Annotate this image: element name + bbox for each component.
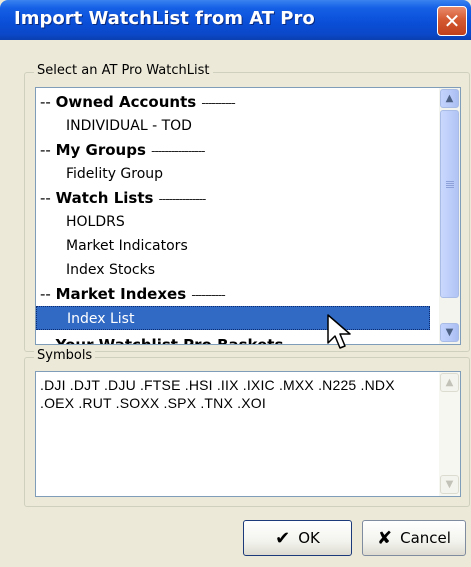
watchlist-scrollbar[interactable]: ▲ ▼ (439, 88, 460, 344)
header-label: Your Watchlist Pro Baskets (55, 336, 284, 345)
list-item-label: INDIVIDUAL - TOD (66, 118, 192, 134)
chevron-up-icon: ▲ (445, 93, 454, 104)
title-bar: Import WatchList from AT Pro ✕ (0, 0, 471, 40)
list-item-label: Index Stocks (66, 262, 156, 278)
cancel-button-label: Cancel (400, 529, 451, 547)
header-label: Watch Lists (55, 189, 154, 207)
list-item-label: Fidelity Group (66, 166, 164, 182)
list-item[interactable]: Index Stocks (36, 258, 430, 282)
chevron-up-icon: ▲ (445, 377, 454, 388)
checkmark-icon: ✔ (275, 527, 291, 549)
watchlist-group-label: Select an AT Pro WatchList (34, 63, 213, 78)
x-mark-icon: ✘ (377, 527, 393, 549)
scroll-thumb[interactable] (440, 110, 459, 298)
symbols-textbox[interactable]: .DJI .DJT .DJU .FTSE .HSI .IIX .IXIC .MX… (35, 371, 461, 497)
list-item-selected[interactable]: Index List (36, 306, 430, 330)
header-dash: -- (40, 141, 56, 159)
list-section-header: -- Your Watchlist Pro Baskets (36, 330, 430, 345)
symbols-scroll-down-button[interactable]: ▼ (440, 475, 459, 494)
mouse-pointer-icon (327, 314, 351, 349)
symbols-scrollbar[interactable]: ▲ ▼ (439, 372, 460, 496)
header-trail: ---------- (201, 96, 235, 110)
window-title: Import WatchList from AT Pro (14, 8, 315, 29)
list-item-label: Index List (67, 311, 135, 327)
list-item[interactable]: Market Indicators (36, 234, 430, 258)
list-item[interactable]: HOLDRS (36, 210, 430, 234)
ok-button[interactable]: ✔ OK (243, 520, 352, 556)
list-section-header: -- Owned Accounts ---------- (36, 90, 430, 114)
scroll-down-button[interactable]: ▼ (440, 323, 459, 342)
watchlist-listbox[interactable]: -- Owned Accounts ---------- INDIVIDUAL -… (35, 87, 461, 345)
cancel-button[interactable]: ✘ Cancel (362, 520, 466, 556)
header-trail: -------------- (158, 192, 207, 206)
watchlist-items: -- Owned Accounts ---------- INDIVIDUAL -… (36, 90, 430, 345)
header-dash: -- (40, 93, 56, 111)
close-button[interactable]: ✕ (437, 6, 467, 36)
header-label: Market Indexes (55, 285, 187, 303)
list-item-label: Market Indicators (66, 238, 188, 254)
header-label: Owned Accounts (55, 93, 197, 111)
header-trail: ---------- (191, 288, 225, 302)
header-dash: -- (40, 336, 56, 345)
header-dash: -- (40, 285, 56, 303)
symbols-group-label: Symbols (34, 348, 96, 363)
chevron-down-icon: ▼ (445, 479, 454, 490)
close-icon: ✕ (443, 9, 461, 33)
symbols-scroll-up-button[interactable]: ▲ (440, 373, 459, 392)
list-item-label: HOLDRS (66, 214, 125, 230)
header-label: My Groups (55, 141, 146, 159)
header-trail: ---------------- (151, 144, 205, 158)
list-section-header: -- Watch Lists -------------- (36, 186, 430, 210)
scroll-up-button[interactable]: ▲ (440, 89, 459, 108)
list-section-header: -- My Groups ---------------- (36, 138, 430, 162)
list-item[interactable]: INDIVIDUAL - TOD (36, 114, 430, 138)
list-section-header: -- Market Indexes ---------- (36, 282, 430, 306)
symbols-text: .DJI .DJT .DJU .FTSE .HSI .IIX .IXIC .MX… (40, 377, 395, 411)
ok-button-label: OK (298, 529, 320, 547)
list-item[interactable]: Fidelity Group (36, 162, 430, 186)
chevron-down-icon: ▼ (445, 327, 454, 338)
header-dash: -- (40, 189, 56, 207)
